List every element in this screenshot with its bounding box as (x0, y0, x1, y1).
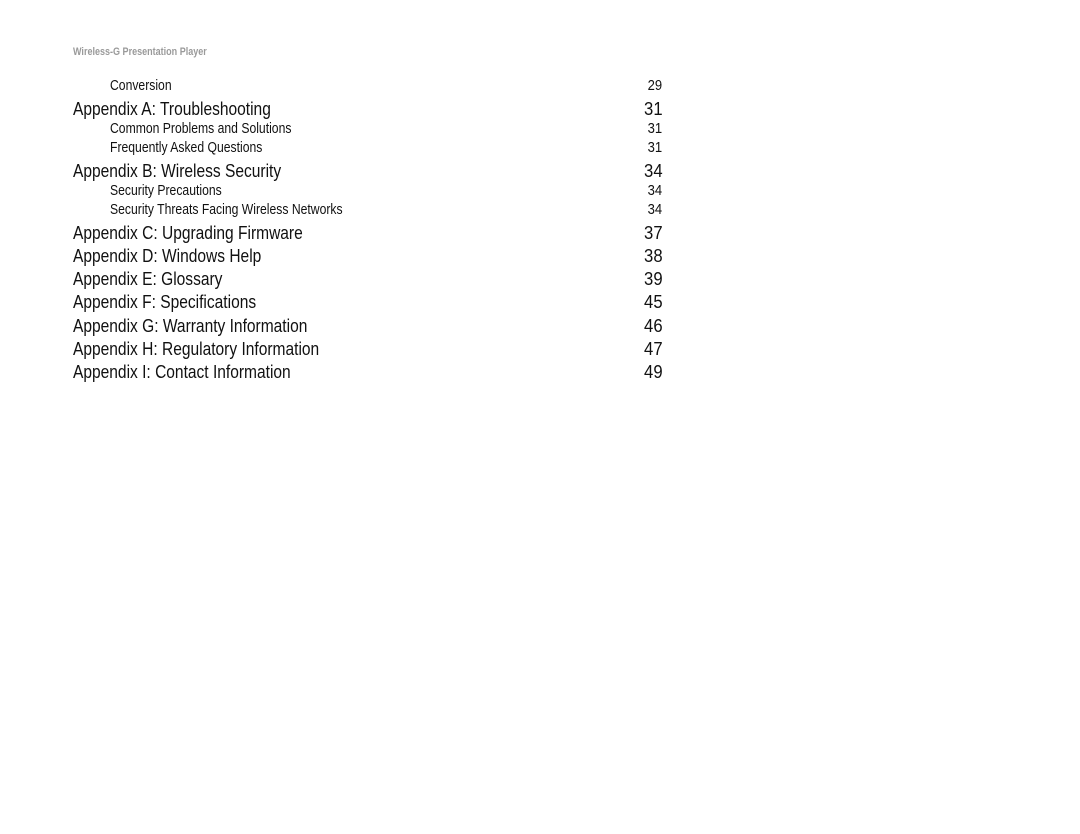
toc-entry-title: Conversion (110, 78, 172, 94)
toc-entry-page: 39 (644, 268, 663, 290)
toc-entry-page: 37 (644, 221, 663, 243)
toc-entry-title: Appendix H: Regulatory Information (73, 337, 320, 359)
toc-entry-appendix-d[interactable]: Appendix D: Windows Help 38 (73, 244, 663, 267)
toc-entry-page: 31 (647, 120, 662, 137)
toc-entry-page: 31 (644, 97, 663, 119)
toc-entry-title: Appendix B: Wireless Security (73, 159, 282, 181)
toc-entry-title: Appendix C: Upgrading Firmware (73, 221, 303, 243)
toc-entry-page: 47 (644, 337, 663, 359)
toc-entry-appendix-g[interactable]: Appendix G: Warranty Information 46 (73, 314, 663, 337)
toc-entry-conversion[interactable]: Conversion 29 (73, 77, 663, 97)
toc-entry-appendix-f[interactable]: Appendix F: Specifications 45 (73, 290, 663, 313)
toc-entry-faq[interactable]: Frequently Asked Questions 31 (73, 139, 663, 159)
toc-entry-page: 34 (647, 202, 662, 219)
toc-entry-security-precautions[interactable]: Security Precautions 34 (73, 182, 663, 202)
toc-entry-title: Appendix G: Warranty Information (73, 314, 308, 336)
toc-entry-appendix-e[interactable]: Appendix E: Glossary 39 (73, 267, 663, 290)
toc-entry-page: 49 (644, 361, 663, 382)
toc-entry-title: Appendix E: Glossary (73, 268, 223, 290)
toc-entry-common-problems[interactable]: Common Problems and Solutions 31 (73, 120, 663, 140)
toc-entry-page: 45 (644, 291, 663, 313)
toc-entry-appendix-i[interactable]: Appendix I: Contact Information 49 (73, 360, 663, 383)
toc-entry-page: 31 (647, 140, 662, 157)
toc-entry-appendix-h[interactable]: Appendix H: Regulatory Information 47 (73, 337, 663, 360)
toc-entry-title: Appendix I: Contact Information (73, 361, 291, 382)
toc-entry-page: 46 (644, 314, 663, 336)
toc-entry-page: 29 (647, 78, 662, 94)
toc-entry-appendix-b[interactable]: Appendix B: Wireless Security 34 (73, 159, 663, 182)
toc-entry-title: Security Precautions (110, 182, 222, 199)
toc-entry-page: 34 (644, 159, 663, 181)
toc-entry-title: Appendix F: Specifications (73, 291, 257, 313)
running-header: Wireless-G Presentation Player (73, 46, 207, 58)
toc-entry-title: Appendix A: Troubleshooting (73, 97, 271, 119)
toc-entry-title: Common Problems and Solutions (110, 120, 292, 137)
toc-entry-title: Appendix D: Windows Help (73, 245, 262, 267)
toc-entry-page: 38 (644, 245, 663, 267)
toc-entry-page: 34 (647, 182, 662, 199)
toc-entry-security-threats[interactable]: Security Threats Facing Wireless Network… (73, 201, 663, 221)
toc-entry-title: Security Threats Facing Wireless Network… (110, 202, 343, 219)
toc-entry-appendix-c[interactable]: Appendix C: Upgrading Firmware 37 (73, 221, 663, 244)
toc-entry-title: Frequently Asked Questions (110, 140, 263, 157)
table-of-contents: Conversion 29 Appendix A: Troubleshootin… (73, 77, 663, 383)
toc-entry-appendix-a[interactable]: Appendix A: Troubleshooting 31 (73, 97, 663, 120)
